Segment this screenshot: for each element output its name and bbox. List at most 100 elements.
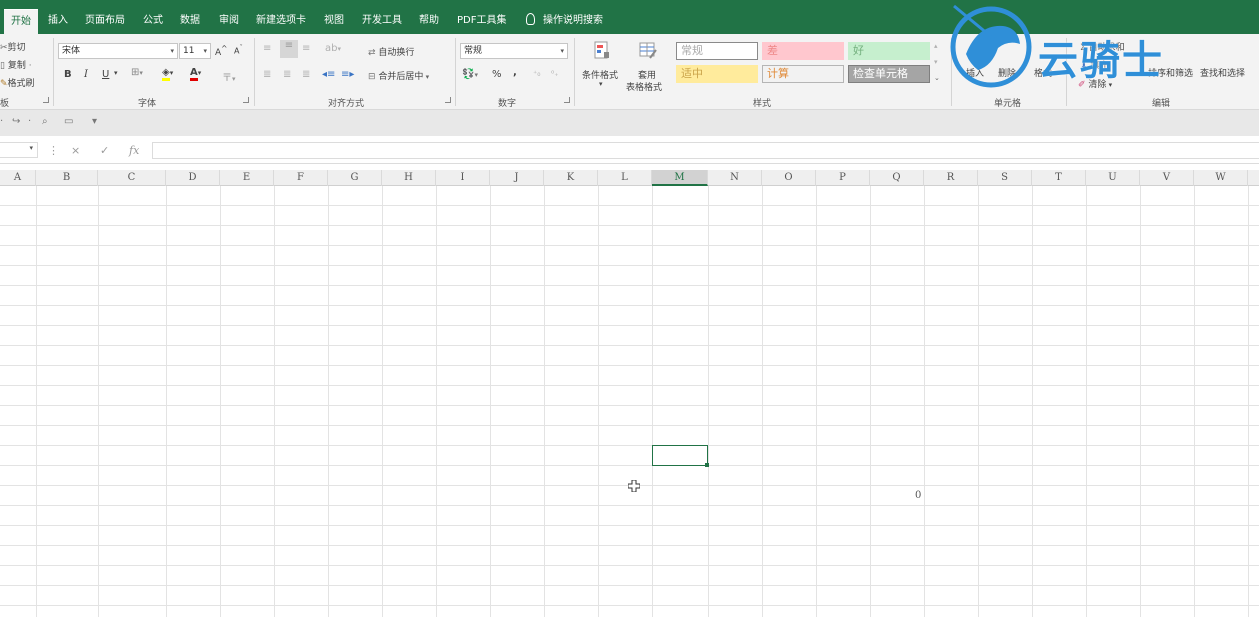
tab-view[interactable]: 视图 [324,10,344,32]
fill-color-button[interactable]: ◈▾ [162,67,173,81]
tab-data[interactable]: 数据 [180,10,200,32]
format-as-table-button[interactable]: 套用 表格格式 [624,38,672,93]
tab-help[interactable]: 帮助 [419,10,439,32]
styles-scroll-up-icon[interactable]: ▴ [934,42,938,50]
bold-button[interactable]: B [64,69,72,80]
comma-button[interactable]: , [513,67,517,78]
borders-button[interactable]: ⊞▾ [131,67,143,78]
style-bad[interactable]: 差 [762,42,844,60]
column-header[interactable]: Q [870,170,924,186]
align-right-button[interactable]: ≣ [302,69,310,80]
print-preview-icon[interactable]: ⌕ [42,116,48,127]
column-header[interactable]: W [1194,170,1248,186]
align-center-button[interactable]: ≣ [283,69,291,80]
column-header[interactable]: O [762,170,816,186]
column-header[interactable]: I [436,170,490,186]
phonetic-button[interactable]: 〒▾ [222,69,236,84]
tab-insert[interactable]: 插入 [48,10,68,32]
column-header[interactable]: T [1032,170,1086,186]
percent-button[interactable]: % [492,69,502,80]
style-check-cell[interactable]: 检查单元格 [848,65,930,83]
column-header-selected[interactable]: M [652,170,708,186]
tab-formulas[interactable]: 公式 [143,10,163,32]
number-format-select[interactable]: 常规 ▾ [460,43,568,59]
save-icon[interactable]: ▭ [64,116,73,127]
align-bottom-button[interactable]: ≡ [302,43,310,54]
format-painter-button[interactable]: ✎格式刷 [0,76,35,89]
tab-page-layout[interactable]: 页面布局 [85,10,125,32]
column-header[interactable]: D [166,170,220,186]
style-good[interactable]: 好 [848,42,930,60]
decrease-font-button[interactable]: Aˇ [234,44,243,56]
column-header[interactable]: A [0,170,36,186]
phonetic-icon: 〒 [222,73,232,84]
align-left-button[interactable]: ≣ [263,69,271,80]
column-header[interactable]: F [274,170,328,186]
wrap-text-button[interactable]: ⇄ 自动换行 [368,45,414,58]
tab-developer[interactable]: 开发工具 [362,10,402,32]
cut-button[interactable]: ✂剪切 [0,40,26,53]
tab-home[interactable]: 开始 [4,9,38,34]
styles-scroll-down-icon[interactable]: ▾ [934,58,938,66]
column-header[interactable]: V [1140,170,1194,186]
column-header[interactable]: R [924,170,978,186]
fill-handle[interactable] [705,463,709,467]
column-header[interactable]: N [708,170,762,186]
increase-indent-button[interactable]: ≡▸ [341,69,354,80]
customize-qat-icon[interactable]: ▾ [92,116,97,127]
accounting-format-button[interactable]: 💱▾ [462,69,478,80]
font-name-select[interactable]: 宋体 ▾ [58,43,178,59]
style-neutral[interactable]: 适中 [676,65,758,83]
redo-icon[interactable]: ↪ [12,116,20,127]
copy-button[interactable]: ▯ 复制 · [0,58,32,71]
column-header[interactable]: H [382,170,436,186]
cancel-formula-button[interactable]: × [71,144,80,157]
tab-review[interactable]: 审阅 [219,10,239,32]
style-calculation[interactable]: 计算 [762,65,844,83]
align-middle-button[interactable]: ≡ [280,40,298,58]
chevron-down-icon[interactable]: ▾ [114,69,118,77]
column-header[interactable]: E [220,170,274,186]
column-header[interactable]: J [490,170,544,186]
redo-dropdown-icon[interactable]: · [28,116,31,127]
formula-input[interactable] [152,142,1259,159]
enter-formula-button[interactable]: ✓ [100,144,109,157]
font-size-select[interactable]: 11 ▾ [179,43,211,59]
conditional-format-button[interactable]: 条件格式 ▾ [580,38,624,92]
column-header[interactable]: B [36,170,98,186]
find-select-button[interactable]: 查找和选择 [1200,66,1245,79]
font-color-button[interactable]: A▾ [190,67,201,81]
tab-pdf-tools[interactable]: PDF工具集 [457,10,506,32]
column-header[interactable]: P [816,170,870,186]
style-normal[interactable]: 常规 [676,42,758,60]
italic-button[interactable]: I [84,69,88,80]
worksheet-grid[interactable] [0,186,1259,617]
underline-button[interactable]: U [102,69,109,80]
decrease-indent-button[interactable]: ◂≡ [322,69,335,80]
orientation-button[interactable]: ab▾ [325,43,341,54]
formula-bar-grip-icon[interactable]: ⋮ [48,144,59,157]
column-header[interactable]: C [98,170,166,186]
insert-function-button[interactable]: fx [129,144,139,157]
column-header[interactable]: K [544,170,598,186]
increase-decimal-button[interactable]: ⁺₀ [533,69,540,78]
align-top-button[interactable]: ≡ [263,43,271,54]
decrease-decimal-button[interactable]: ⁰₊ [551,69,558,78]
name-box[interactable]: ▾ [0,142,38,158]
font-launcher-icon[interactable] [243,97,249,103]
merge-center-button[interactable]: ⊟ 合并后居中 ▾ [368,69,429,82]
styles-more-icon[interactable]: ⌄ [934,74,940,82]
column-header[interactable]: S [978,170,1032,186]
tell-me-search[interactable]: 操作说明搜索 [526,10,603,32]
increase-font-button[interactable]: A^ [215,44,227,58]
active-cell[interactable] [652,445,708,466]
cell-value[interactable]: 0 [915,490,921,501]
number-launcher-icon[interactable] [564,97,570,103]
alignment-launcher-icon[interactable] [445,97,451,103]
clipboard-launcher-icon[interactable] [43,97,49,103]
column-header[interactable]: G [328,170,382,186]
column-header[interactable]: U [1086,170,1140,186]
tab-new-tab[interactable]: 新建选项卡 [256,10,306,32]
column-header[interactable]: L [598,170,652,186]
undo-dropdown-icon[interactable]: · [0,116,3,127]
